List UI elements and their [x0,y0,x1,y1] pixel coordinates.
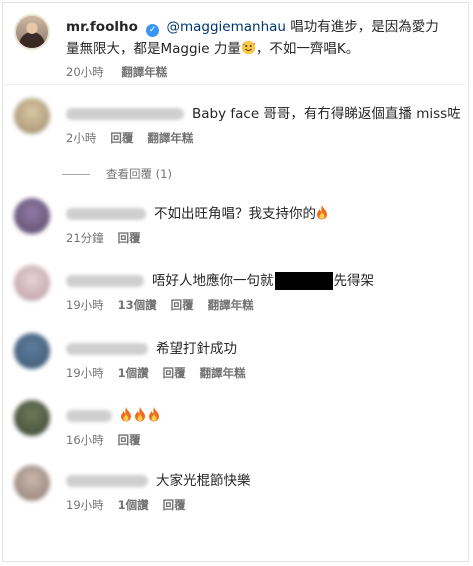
avatar[interactable] [14,98,50,134]
username-blurred[interactable] [66,275,144,287]
reply-meta: 16小時 回覆 [66,432,155,448]
reply-meta: 21分鐘 回覆 [66,230,155,246]
fire-icon [135,407,145,422]
like-count[interactable]: 13個讚 [118,298,157,312]
fire-icon [149,407,159,422]
avatar[interactable] [14,265,50,301]
reply-meta: 19小時 1個讚 回覆 翻譯年糕 [66,365,260,381]
reply-button[interactable]: 回覆 [110,131,133,145]
reply-meta: 19小時 13個讚 回覆 翻譯年糕 [66,297,268,313]
timestamp: 16小時 [66,433,104,447]
avatar[interactable] [14,465,50,501]
timestamp: 19小時 [66,498,104,512]
main-comment-text: mr.foolho ✓ @maggiemanhau 唱功有進步，是因為愛力量無限… [66,16,446,60]
fire-icon [317,205,327,220]
reply-text: 不如出旺角唱？我支持你的 [66,204,330,224]
reply-body: 大家光棍節快樂 [156,473,251,489]
translate-button[interactable]: 翻譯年糕 [200,366,246,380]
reply-body: 希望打針成功 [156,341,237,357]
reply-text: 大家光棍節快樂 [66,471,251,491]
username-blurred[interactable] [66,208,146,220]
username[interactable]: mr.foolho [66,19,138,35]
translate-button[interactable]: 翻譯年糕 [121,65,167,79]
reply-button[interactable]: 回覆 [171,298,194,312]
timestamp: 21分鐘 [66,231,104,245]
view-replies-button[interactable]: 查看回覆 (1) [62,166,172,182]
fire-icon [121,407,131,422]
reply-body: 唔好人地應你一句就 [152,273,274,289]
username-blurred[interactable] [66,108,184,120]
reply-body: 不如出旺角唱？我支持你的 [154,206,316,222]
reply-meta: 19小時 1個讚 回覆 [66,497,200,513]
reply-body: Baby face 哥哥，有冇得睇返個直播 miss咗 [192,106,461,122]
comment-body-2: ，不如一齊唱K。 [255,41,360,57]
mention-link[interactable]: @maggiemanhau [166,19,285,35]
username-blurred[interactable] [66,343,148,355]
translate-button[interactable]: 翻譯年糕 [208,298,254,312]
reply-button[interactable]: 回覆 [118,231,141,245]
like-count[interactable]: 1個讚 [118,498,149,512]
smiling-face-hearts-icon [241,38,256,60]
avatar[interactable] [14,14,50,50]
like-count[interactable]: 1個讚 [118,366,149,380]
timestamp: 20小時 [66,65,104,79]
reply-button[interactable]: 回覆 [163,498,186,512]
timestamp: 19小時 [66,366,104,380]
reply-text: Baby face 哥哥，有冇得睇返個直播 miss咗 [66,104,461,124]
reply-button[interactable]: 回覆 [163,366,186,380]
translate-button[interactable]: 翻譯年糕 [147,131,193,145]
reply-meta: 2小時 回覆 翻譯年糕 [66,130,207,146]
reply-text: 唔好人地應你一句就 先得架 [66,271,374,291]
main-comment-meta: 20小時 翻譯年糕 [66,64,181,80]
avatar[interactable] [14,333,50,369]
timestamp: 2小時 [66,131,97,145]
avatar[interactable] [14,400,50,436]
divider [4,84,466,85]
divider-line [62,174,90,175]
reply-body-end: 先得架 [333,273,375,289]
avatar[interactable] [14,198,50,234]
reply-text: 希望打針成功 [66,339,237,359]
reply-text [66,406,162,426]
redaction-block [274,272,333,290]
verified-badge-icon: ✓ [146,24,160,37]
reply-button[interactable]: 回覆 [118,433,141,447]
username-blurred[interactable] [66,475,148,487]
timestamp: 19小時 [66,298,104,312]
username-blurred[interactable] [66,410,112,422]
